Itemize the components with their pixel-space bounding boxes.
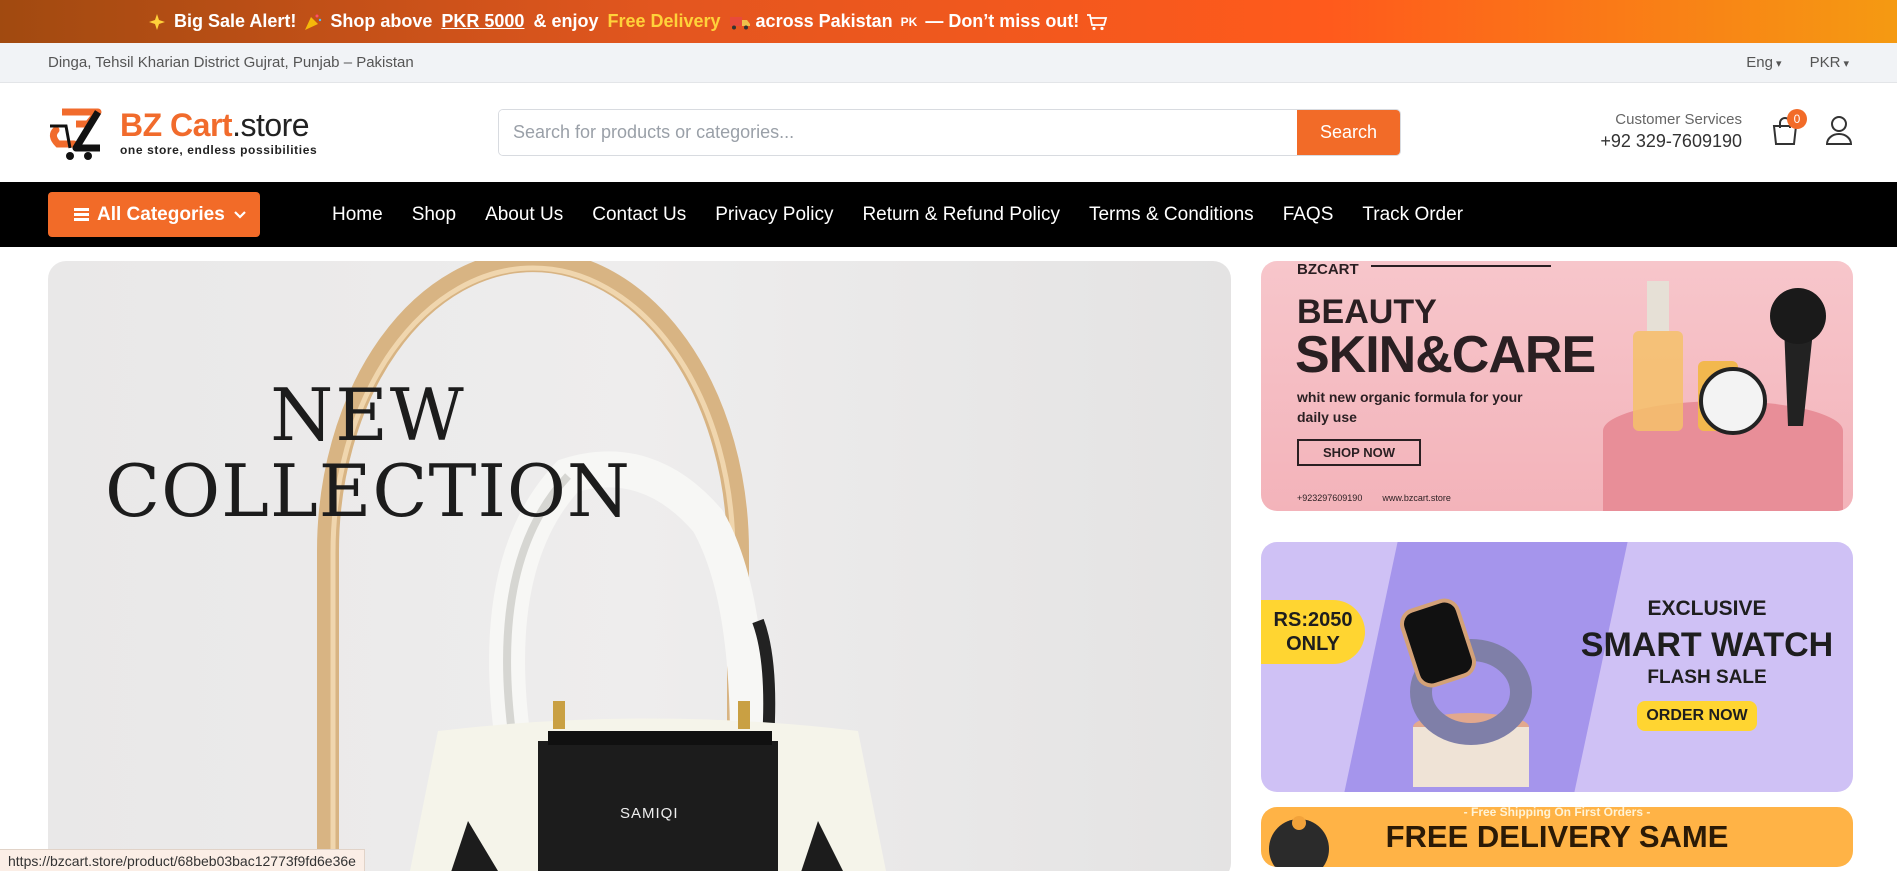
beauty-phone: +923297609190 xyxy=(1297,493,1363,503)
announcement-shop-above: Shop above xyxy=(330,11,433,31)
nav-shop[interactable]: Shop xyxy=(412,204,456,226)
nav-about-us[interactable]: About Us xyxy=(485,204,563,226)
all-categories-button[interactable]: All Categories xyxy=(48,192,260,237)
locale-selectors: Eng PKR xyxy=(1746,54,1849,71)
search-bar: Search xyxy=(498,109,1401,156)
beauty-brand: BZCART xyxy=(1297,261,1359,278)
customer-services: Customer Services +92 329-7609190 xyxy=(1600,111,1742,152)
announcement-flag: PK xyxy=(900,14,918,29)
nav-return-refund-policy[interactable]: Return & Refund Policy xyxy=(862,204,1060,226)
watch-line2: SMART WATCH xyxy=(1580,626,1834,664)
hero-arch-bag-illustration xyxy=(317,261,886,871)
beauty-footer: +923297609190 www.bzcart.store xyxy=(1297,493,1451,503)
nav-privacy-policy[interactable]: Privacy Policy xyxy=(715,204,833,226)
nav-contact-us[interactable]: Contact Us xyxy=(592,204,686,226)
beauty-promo-banner[interactable]: BZCART BEAUTY SKIN&CARE whit new organic… xyxy=(1261,261,1853,511)
announcement-bar: Big Sale Alert! Shop above PKR 5000 & en… xyxy=(0,0,1897,43)
announcement-tail: — Don’t miss out! xyxy=(925,11,1080,31)
delivery-top-text: - Free Shipping On First Orders - xyxy=(1463,807,1651,819)
announcement-lead: Big Sale Alert! xyxy=(174,11,297,31)
party-popper-icon xyxy=(303,13,323,31)
user-icon xyxy=(1825,116,1853,145)
delivery-main-text: FREE DELIVERY SAME xyxy=(1385,819,1729,854)
cart-button[interactable]: 0 xyxy=(1769,109,1807,147)
top-info-bar: Dinga, Tehsil Kharian District Gujrat, P… xyxy=(0,43,1897,83)
customer-services-label: Customer Services xyxy=(1615,111,1742,128)
nav-terms-conditions[interactable]: Terms & Conditions xyxy=(1089,204,1254,226)
beauty-line2: SKIN&CARE xyxy=(1295,326,1596,384)
brand-suffix: .store xyxy=(232,106,310,143)
customer-services-phone[interactable]: +92 329-7609190 xyxy=(1600,131,1742,152)
brand-name: BZ Cart xyxy=(120,106,233,143)
store-location: Dinga, Tehsil Kharian District Gujrat, P… xyxy=(48,54,414,71)
truck-icon xyxy=(729,13,750,31)
link-status-bar: https://bzcart.store/product/68beb03bac1… xyxy=(0,849,365,871)
hero-banner[interactable]: NEW COLLECTION SAMIQI xyxy=(48,261,1231,871)
account-button[interactable] xyxy=(1824,114,1854,146)
beauty-divider xyxy=(1371,265,1551,267)
cart-count-badge: 0 xyxy=(1787,109,1807,129)
watch-price: RS:2050 xyxy=(1273,609,1353,631)
main-content: NEW COLLECTION SAMIQI BZCART BEAUTY SKIN… xyxy=(0,247,1897,871)
language-select[interactable]: Eng xyxy=(1746,54,1781,71)
shopping-cart-icon xyxy=(1086,13,1108,31)
nav-home[interactable]: Home xyxy=(332,204,383,226)
currency-select[interactable]: PKR xyxy=(1810,54,1849,71)
delivery-badge-icon xyxy=(1269,816,1329,867)
main-navigation: All Categories Home Shop About Us Contac… xyxy=(0,182,1897,247)
announcement-across: across Pakistan xyxy=(755,11,893,31)
site-logo[interactable]: BZ Cart.store one store, endless possibi… xyxy=(48,100,498,166)
beauty-site: www.bzcart.store xyxy=(1382,493,1451,503)
smartwatch-promo-banner[interactable]: RS:2050 ONLY EXCLUSIVE SMART WATCH FLASH… xyxy=(1261,542,1853,792)
nav-menu: Home Shop About Us Contact Us Privacy Po… xyxy=(332,204,1492,226)
bag-brand-label: SAMIQI xyxy=(620,805,679,822)
beauty-shop-now-button[interactable]: SHOP NOW xyxy=(1297,439,1421,466)
logo-text: BZ Cart.store one store, endless possibi… xyxy=(120,109,317,157)
search-button[interactable]: Search xyxy=(1297,110,1400,155)
search-input[interactable] xyxy=(499,110,1297,155)
announcement-amount: PKR 5000 xyxy=(441,11,525,31)
menu-icon xyxy=(74,208,89,221)
all-categories-label: All Categories xyxy=(97,203,225,225)
sparkle-icon xyxy=(147,13,167,31)
chevron-down-icon xyxy=(233,210,246,219)
watch-price-badge: RS:2050 ONLY xyxy=(1261,600,1365,664)
cosmetics-illustration xyxy=(1603,281,1843,511)
nav-track-order[interactable]: Track Order xyxy=(1362,204,1463,226)
watch-line1: EXCLUSIVE xyxy=(1647,597,1767,620)
beauty-description: whit new organic formula for your daily … xyxy=(1297,389,1523,425)
watch-line3: FLASH SALE xyxy=(1647,667,1767,688)
watch-price-sub: ONLY xyxy=(1286,633,1340,655)
site-header: BZ Cart.store one store, endless possibi… xyxy=(0,83,1897,182)
brand-tagline: one store, endless possibilities xyxy=(120,142,318,157)
free-delivery-banner[interactable]: - Free Shipping On First Orders - FREE D… xyxy=(1261,807,1853,867)
hero-title-line2: COLLECTION xyxy=(105,449,631,533)
logo-mark-icon xyxy=(49,108,102,160)
announcement-and-enjoy: & enjoy xyxy=(533,11,599,31)
smartwatch-illustration xyxy=(1400,598,1532,787)
hero-title-line1: NEW xyxy=(270,373,466,457)
announcement-free-delivery: Free Delivery xyxy=(607,11,721,31)
nav-faqs[interactable]: FAQS xyxy=(1283,204,1334,226)
watch-order-now-button[interactable]: ORDER NOW xyxy=(1637,701,1757,731)
